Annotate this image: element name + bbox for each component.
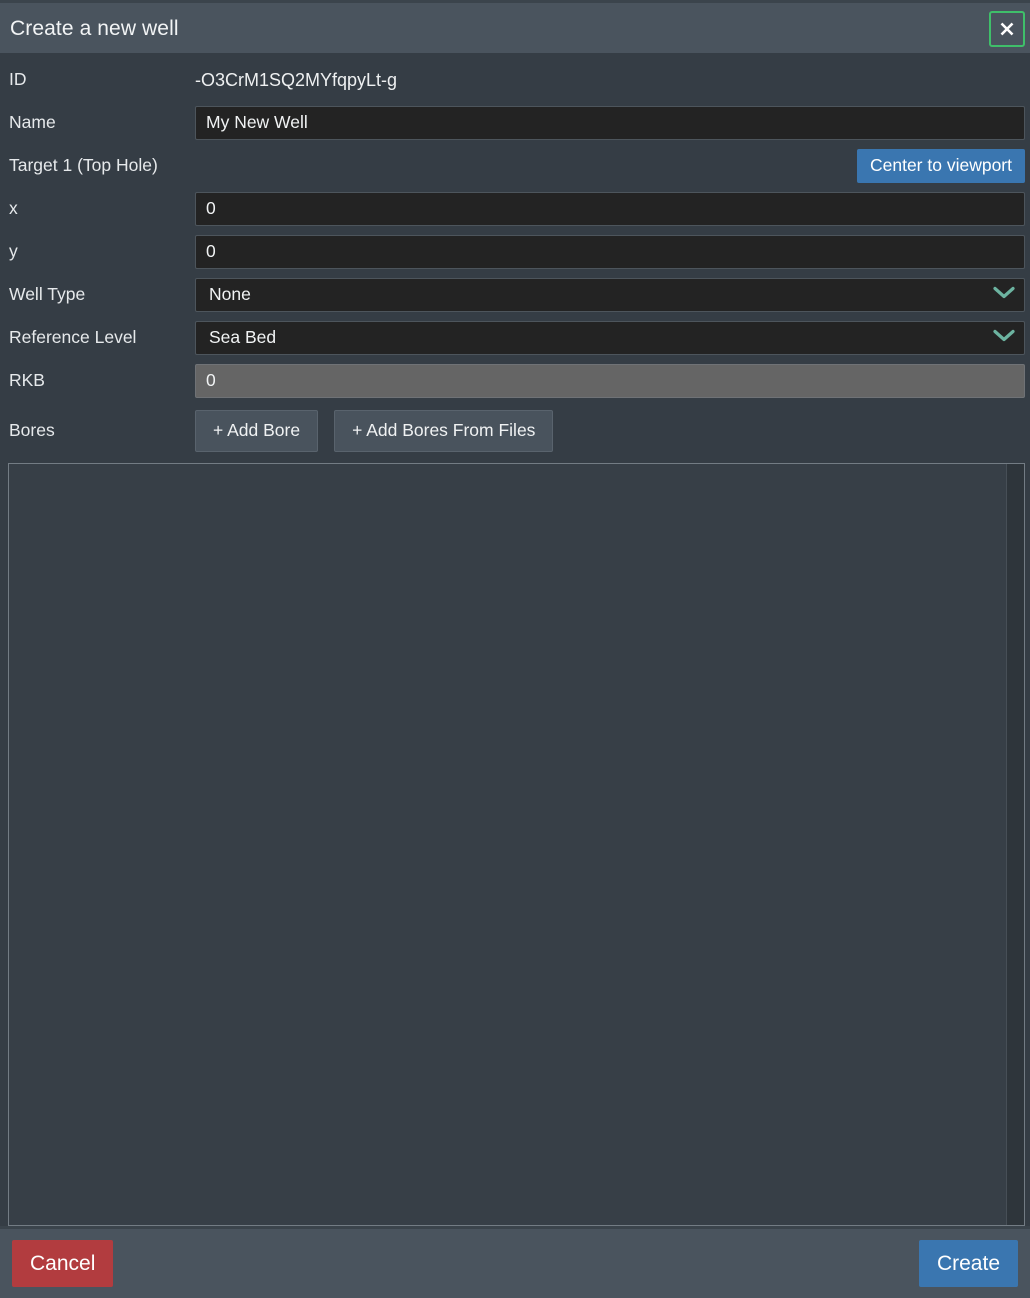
add-bore-button[interactable]: + Add Bore	[195, 410, 318, 452]
well-type-control: None	[195, 273, 1025, 316]
well-type-select[interactable]: None	[195, 278, 1025, 312]
form-row-target1: Target 1 (Top Hole) Center to viewport	[0, 144, 1030, 187]
cancel-button[interactable]: Cancel	[12, 1240, 113, 1287]
name-control	[195, 101, 1025, 144]
reference-level-select[interactable]: Sea Bed	[195, 321, 1025, 355]
create-well-dialog: Create a new well ID -O3CrM1SQ2MYfqpyLt-…	[0, 0, 1030, 1298]
bores-list	[9, 464, 1006, 1225]
rkb-input	[195, 364, 1025, 398]
well-type-label: Well Type	[5, 286, 195, 304]
center-to-viewport-button[interactable]: Center to viewport	[857, 149, 1025, 183]
rkb-label: RKB	[5, 372, 195, 390]
x-control	[195, 187, 1025, 230]
reference-level-label: Reference Level	[5, 329, 195, 347]
form-row-x: x	[0, 187, 1030, 230]
target1-label: Target 1 (Top Hole)	[5, 157, 195, 175]
dialog-body: ID -O3CrM1SQ2MYfqpyLt-g Name Target 1 (T…	[0, 53, 1030, 1226]
bores-label: Bores	[5, 422, 195, 440]
form-row-name: Name	[0, 101, 1030, 144]
form-row-y: y	[0, 230, 1030, 273]
close-button[interactable]	[989, 11, 1025, 47]
y-control	[195, 230, 1025, 273]
close-icon	[997, 19, 1017, 39]
form-row-rkb: RKB	[0, 359, 1030, 402]
reference-level-control: Sea Bed	[195, 316, 1025, 359]
well-form: ID -O3CrM1SQ2MYfqpyLt-g Name Target 1 (T…	[0, 58, 1030, 459]
x-input[interactable]	[195, 192, 1025, 226]
id-control: -O3CrM1SQ2MYfqpyLt-g	[195, 58, 1025, 101]
form-row-reference-level: Reference Level Sea Bed	[0, 316, 1030, 359]
form-row-well-type: Well Type None	[0, 273, 1030, 316]
bores-list-scrollbar[interactable]	[1006, 464, 1024, 1225]
rkb-control	[195, 359, 1025, 402]
dialog-titlebar: Create a new well	[0, 0, 1030, 53]
target1-control: Center to viewport	[195, 144, 1025, 187]
name-label: Name	[5, 114, 195, 132]
x-label: x	[5, 200, 195, 218]
dialog-footer: Cancel Create	[0, 1226, 1030, 1298]
name-input[interactable]	[195, 106, 1025, 140]
add-bores-from-files-button[interactable]: + Add Bores From Files	[334, 410, 553, 452]
id-label: ID	[5, 71, 195, 89]
form-row-bores: Bores + Add Bore + Add Bores From Files	[0, 402, 1030, 459]
dialog-title: Create a new well	[0, 18, 179, 39]
form-row-id: ID -O3CrM1SQ2MYfqpyLt-g	[0, 58, 1030, 101]
y-input[interactable]	[195, 235, 1025, 269]
id-value: -O3CrM1SQ2MYfqpyLt-g	[195, 71, 397, 89]
create-button[interactable]: Create	[919, 1240, 1018, 1287]
bores-list-panel	[8, 463, 1025, 1226]
y-label: y	[5, 243, 195, 261]
bores-control: + Add Bore + Add Bores From Files	[195, 402, 1025, 459]
